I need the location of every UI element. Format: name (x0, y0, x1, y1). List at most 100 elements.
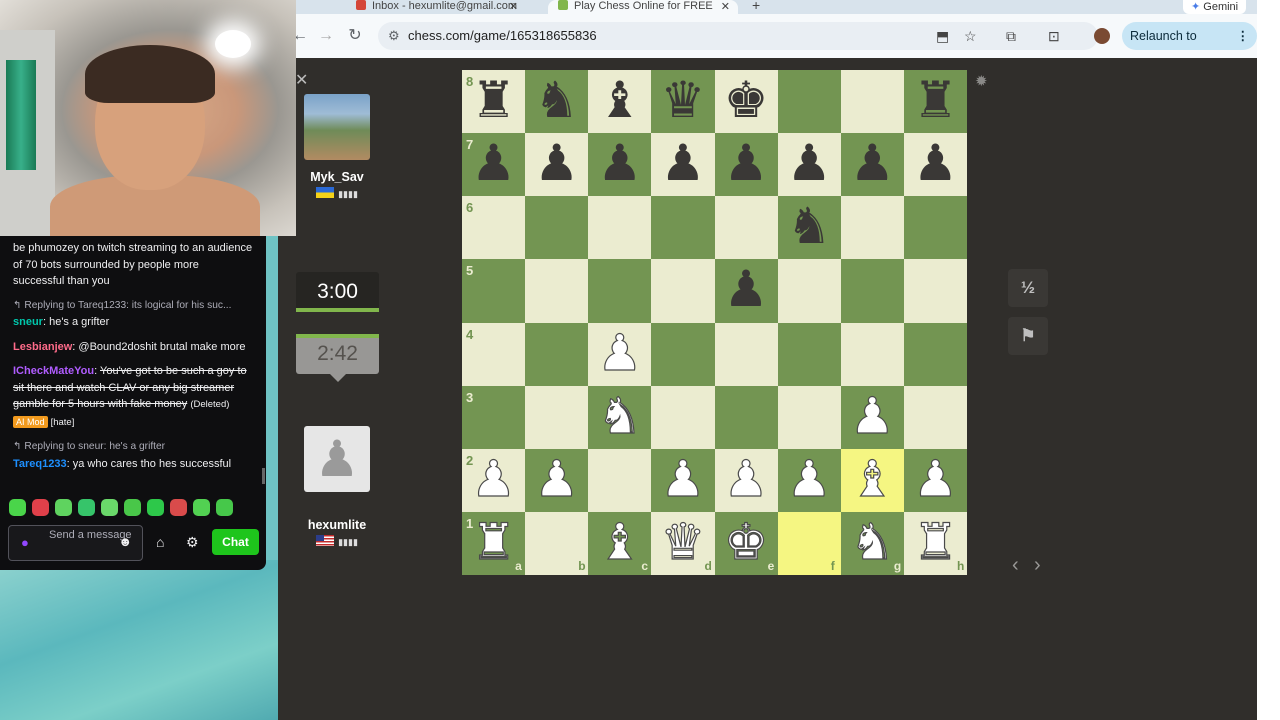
square-c6[interactable] (588, 196, 652, 260)
offer-draw-button[interactable]: ½ (1008, 269, 1048, 307)
white-pawn-g3[interactable]: ♟ (841, 386, 904, 449)
square-d4[interactable] (651, 322, 715, 386)
white-knight-c3[interactable]: ♞ (588, 386, 651, 449)
chat-username[interactable]: ICheckMateYou (13, 365, 94, 377)
emote-icon[interactable] (216, 499, 233, 517)
install-icon[interactable]: ⬒ (936, 28, 949, 45)
black-pawn-h7[interactable]: ♟ (904, 133, 967, 196)
white-pawn-h2[interactable]: ♟ (904, 449, 967, 512)
resign-button[interactable]: ⚑ (1008, 317, 1048, 355)
microphone-icon[interactable]: ● (21, 535, 29, 550)
emote-icon[interactable] (193, 499, 210, 517)
square-e6[interactable] (714, 196, 778, 260)
black-pawn-d7[interactable]: ♟ (651, 133, 714, 196)
black-bishop-c8[interactable]: ♝ (588, 70, 651, 133)
forward-icon[interactable]: → (314, 24, 338, 48)
next-move-icon[interactable]: › (1034, 554, 1041, 577)
square-h4[interactable] (903, 322, 967, 386)
extensions-icon[interactable]: ⧉ (1006, 28, 1016, 45)
reply-context[interactable]: ↰ Replying to Tareq1233: its logical for… (13, 298, 253, 315)
square-f3[interactable] (777, 385, 841, 449)
chat-send-button[interactable]: Chat (212, 529, 259, 555)
chat-username[interactable]: Tareq1233 (13, 458, 67, 470)
black-pawn-f7[interactable]: ♟ (778, 133, 841, 196)
emote-icon[interactable] (9, 499, 26, 517)
store-icon[interactable]: ⌂ (156, 534, 164, 550)
menu-icon[interactable]: ⋮ (1237, 22, 1250, 50)
black-knight-f6[interactable]: ♞ (778, 196, 841, 259)
chat-username[interactable]: sneur (13, 316, 43, 328)
square-f8[interactable] (777, 70, 841, 134)
profile-avatar[interactable] (1094, 28, 1110, 44)
black-pawn-e5[interactable]: ♟ (715, 259, 778, 322)
white-bishop-g2[interactable]: ♝ (841, 449, 904, 512)
square-d6[interactable] (651, 196, 715, 260)
close-icon[interactable]: ✕ (509, 0, 518, 13)
square-h5[interactable] (903, 259, 967, 323)
white-pawn-d2[interactable]: ♟ (651, 449, 714, 512)
profile-button[interactable]: ✦ Gemini (1183, 0, 1247, 14)
black-pawn-b7[interactable]: ♟ (525, 133, 588, 196)
white-pawn-e2[interactable]: ♟ (715, 449, 778, 512)
emote-icon[interactable] (32, 499, 49, 517)
tab-search-icon[interactable]: ⊡ (1048, 28, 1060, 45)
square-g5[interactable] (840, 259, 904, 323)
square-d5[interactable] (651, 259, 715, 323)
black-pawn-c7[interactable]: ♟ (588, 133, 651, 196)
square-e4[interactable] (714, 322, 778, 386)
black-pawn-e7[interactable]: ♟ (715, 133, 778, 196)
black-knight-b8[interactable]: ♞ (525, 70, 588, 133)
bookmark-star-icon[interactable]: ☆ (964, 28, 977, 45)
black-queen-d8[interactable]: ♛ (651, 70, 714, 133)
relaunch-button[interactable]: Relaunch to update ⋮ (1122, 22, 1257, 71)
chat-scrollbar[interactable] (262, 468, 265, 484)
black-pawn-g7[interactable]: ♟ (841, 133, 904, 196)
previous-move-icon[interactable]: ‹ (1012, 554, 1019, 577)
square-b3[interactable] (525, 385, 589, 449)
square-b5[interactable] (525, 259, 589, 323)
tab-gmail[interactable]: Inbox - hexumlite@gmail.com ✕ (356, 0, 526, 14)
white-pawn-c4[interactable]: ♟ (588, 323, 651, 386)
square-h3[interactable] (903, 385, 967, 449)
site-info-icon[interactable]: ⚙ (388, 28, 400, 44)
white-pawn-f2[interactable]: ♟ (778, 449, 841, 512)
square-d3[interactable] (651, 385, 715, 449)
close-icon[interactable]: ✕ (721, 0, 730, 13)
square-c2[interactable] (588, 448, 652, 512)
emote-icon[interactable] (101, 499, 118, 517)
square-c5[interactable] (588, 259, 652, 323)
chat-settings-icon[interactable]: ⚙ (186, 534, 199, 551)
opponent-name[interactable]: Myk_Sav (304, 170, 370, 184)
address-bar[interactable]: ⚙ chess.com/game/165318655836 (378, 22, 1098, 50)
emoji-icon[interactable]: ☻ (118, 534, 132, 549)
square-e3[interactable] (714, 385, 778, 449)
square-h6[interactable] (903, 196, 967, 260)
emote-icon[interactable] (78, 499, 95, 517)
close-icon[interactable]: ✕ (295, 70, 308, 90)
emote-icon[interactable] (55, 499, 72, 517)
chat-username[interactable]: Lesbianjew (13, 341, 72, 353)
player-avatar[interactable]: ♟ (304, 426, 370, 492)
chat-input[interactable]: ● Send a message ☻ (8, 525, 143, 561)
chess-board[interactable]: ♜ ♞ ♝ ♛ ♚ ♜ ♟ ♟ ♟ ♟ ♟ ♟ ♟ ♟ ♞ ♟ ♟ ♞ ♟ ♟ ♟ ♟ ♟ ♟ ♝ ♟ ♜ ♝ ♛ ♚ ♞ ♜ 8 7 6 5 4 3 2 1… (462, 70, 967, 575)
square-b6[interactable] (525, 196, 589, 260)
square-g4[interactable] (840, 322, 904, 386)
square-g6[interactable] (840, 196, 904, 260)
reply-context[interactable]: ↰ Replying to sneur: he's a grifter (13, 439, 253, 456)
square-g8[interactable] (840, 70, 904, 134)
emote-icon[interactable] (124, 499, 141, 517)
new-tab-icon[interactable]: + (752, 0, 760, 13)
board-settings-icon[interactable]: ✹ (975, 72, 988, 90)
reload-icon[interactable]: ↻ (343, 24, 367, 48)
tab-chess[interactable]: Play Chess Online for FREE ✕ (548, 0, 738, 14)
square-b4[interactable] (525, 322, 589, 386)
opponent-avatar[interactable] (304, 94, 370, 160)
black-king-e8[interactable]: ♚ (715, 70, 778, 133)
white-pawn-b2[interactable]: ♟ (525, 449, 588, 512)
emote-icon[interactable] (147, 499, 164, 517)
emote-icon[interactable] (170, 499, 187, 517)
black-rook-h8[interactable]: ♜ (904, 70, 967, 133)
square-f4[interactable] (777, 322, 841, 386)
square-f5[interactable] (777, 259, 841, 323)
player-name[interactable]: hexumlite (304, 518, 370, 532)
